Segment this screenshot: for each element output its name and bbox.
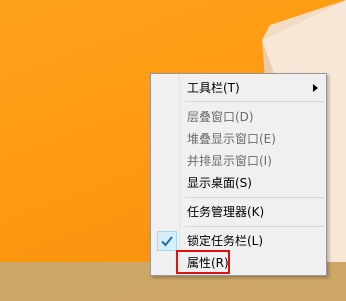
properties-highlight-box [176,250,230,274]
menu-item-toolbars[interactable]: 工具栏(T) [153,77,324,99]
menu-separator [185,226,324,227]
menu-item-cascade-windows: 层叠窗口(D) [153,106,324,128]
menu-item-show-desktop[interactable]: 显示桌面(S) [153,172,324,194]
menu-item-stack-windows: 堆叠显示窗口(E) [153,128,324,150]
menu-item-lock-taskbar[interactable]: 锁定任务栏(L) [153,230,324,252]
menu-item-label: 锁定任务栏(L) [187,234,264,248]
checkmark-icon [157,231,177,251]
menu-separator [185,101,324,102]
submenu-arrow-icon [313,84,318,92]
menu-item-label: 任务管理器(K) [187,205,265,219]
menu-item-label: 层叠窗口(D) [187,110,254,124]
menu-separator [185,197,324,198]
menu-item-label: 显示桌面(S) [187,176,252,190]
taskbar-context-menu: 工具栏(T) 层叠窗口(D) 堆叠显示窗口(E) 并排显示窗口(I) 显示桌面(… [150,73,327,276]
menu-item-side-by-side-windows: 并排显示窗口(I) [153,150,324,172]
menu-item-label: 工具栏(T) [187,81,240,95]
menu-item-task-manager[interactable]: 任务管理器(K) [153,201,324,223]
menu-item-label: 并排显示窗口(I) [187,154,272,168]
menu-item-label: 堆叠显示窗口(E) [187,132,276,146]
